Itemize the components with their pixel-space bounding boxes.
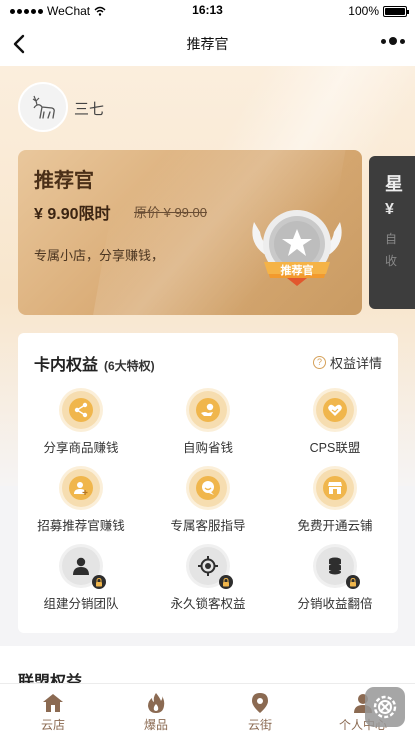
benefit-item-store[interactable]: 免费开通云铺	[272, 469, 398, 534]
benefits-title: 卡内权益	[34, 357, 99, 374]
customer-service-icon	[189, 469, 227, 507]
tab-label: 云店	[40, 718, 65, 732]
winged-star-badge-icon	[252, 210, 342, 286]
save-money-icon	[189, 391, 227, 429]
benefit-label: 分享商品赚钱	[43, 441, 119, 455]
benefit-label: CPS联盟	[309, 441, 361, 455]
share-icon	[62, 391, 100, 429]
vip-card-description: 专属小店，分享赚钱，	[34, 248, 165, 263]
benefits-detail-link[interactable]: ? 权益详情	[312, 353, 382, 372]
settings-close-icon[interactable]	[365, 687, 405, 727]
lock-icon	[219, 575, 233, 589]
battery-icon	[383, 5, 409, 17]
vip-card-original-price: 原价 ¥ 99.00	[134, 205, 207, 220]
location-pin-icon	[220, 692, 300, 714]
lock-icon	[346, 575, 360, 589]
vip-card-next[interactable]: 星 ¥ 自 收	[369, 156, 415, 309]
tab-label: 云街	[247, 718, 272, 732]
next-card-line1: 自	[385, 232, 398, 246]
benefit-item-double-earnings[interactable]: 分销收益翻倍	[272, 547, 398, 612]
benefit-item-self-buy[interactable]: 自购省钱	[145, 391, 271, 456]
team-icon	[62, 547, 106, 589]
benefit-item-lock-customer[interactable]: 永久锁客权益	[145, 547, 271, 612]
benefit-label: 招募推荐官赚钱	[37, 519, 125, 533]
avatar[interactable]	[18, 82, 68, 132]
tab-cloud-store[interactable]: 云店	[13, 692, 93, 733]
target-lock-icon	[189, 547, 233, 589]
status-bar: WeChat 16:13 100%	[0, 0, 415, 22]
deer-icon	[32, 95, 55, 119]
username: 三七	[74, 101, 105, 118]
benefit-label: 自购省钱	[182, 441, 233, 455]
benefit-item-share[interactable]: 分享商品赚钱	[18, 391, 144, 456]
flame-icon	[116, 692, 196, 714]
next-card-title: 星	[385, 174, 403, 194]
handshake-icon	[316, 391, 354, 429]
next-card-line2: 收	[385, 254, 398, 268]
chevron-left-icon[interactable]	[8, 32, 32, 56]
store-icon	[316, 469, 354, 507]
coins-stack-icon	[316, 547, 360, 589]
benefits-detail-label: 权益详情	[329, 356, 382, 371]
help-icon: ?	[312, 356, 326, 369]
referrer-badge: 推荐官	[242, 202, 352, 292]
tab-label: 爆品	[143, 718, 168, 732]
tab-bar: 云店 爆品 云街 个人中心	[0, 683, 415, 737]
benefit-item-team[interactable]: 组建分销团队	[18, 547, 144, 612]
benefits-panel: 卡内权益 (6大特权) ? 权益详情 分享商品赚钱 自购省钱 CPS联盟 招募推…	[18, 333, 398, 633]
benefit-label: 组建分销团队	[43, 597, 119, 611]
benefit-item-service[interactable]: 专属客服指导	[145, 469, 271, 534]
battery-info: 100%	[348, 4, 409, 18]
vip-card-title: 推荐官	[34, 170, 94, 192]
benefit-label: 分销收益翻倍	[297, 597, 373, 611]
tab-cloud-street[interactable]: 云街	[220, 692, 300, 733]
tab-hot-items[interactable]: 爆品	[116, 692, 196, 733]
battery-percent: 100%	[348, 4, 379, 18]
alliance-section: 联盟权益	[0, 646, 415, 691]
next-card-price: ¥	[385, 201, 394, 218]
badge-label: 推荐官	[280, 265, 314, 277]
benefit-label: 永久锁客权益	[170, 597, 246, 611]
vip-card-referrer[interactable]: 推荐官 ¥ 9.90限时 原价 ¥ 99.00 专属小店，分享赚钱， 推荐官	[18, 150, 362, 315]
nav-bar: 推荐官	[0, 22, 415, 66]
add-user-icon	[62, 469, 100, 507]
page-title: 推荐官	[186, 36, 229, 52]
benefits-subtitle: (6大特权)	[104, 359, 155, 373]
lock-icon	[92, 575, 106, 589]
benefit-label: 免费开通云铺	[297, 519, 373, 533]
benefit-item-cps[interactable]: CPS联盟	[272, 391, 398, 456]
benefit-item-recruit[interactable]: 招募推荐官赚钱	[18, 469, 144, 534]
vip-card-price: ¥ 9.90限时	[34, 206, 111, 223]
benefit-label: 专属客服指导	[170, 519, 246, 533]
home-icon	[13, 692, 93, 714]
benefits-header: 卡内权益 (6大特权)	[34, 351, 155, 375]
more-dots-icon[interactable]	[381, 37, 405, 45]
